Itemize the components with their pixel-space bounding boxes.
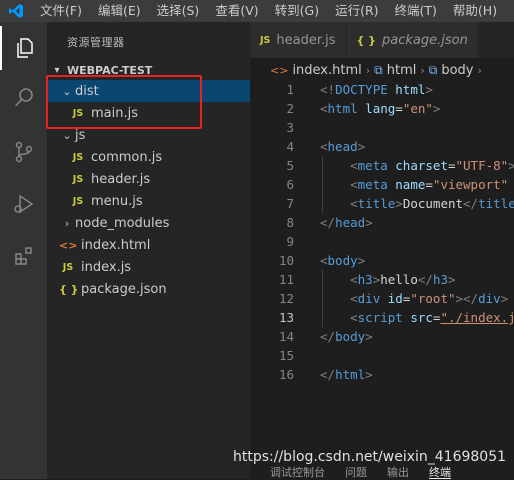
activity-bar	[0, 22, 47, 479]
code-line: 12 <div id="root"></div>	[278, 291, 509, 306]
html-file-icon: <>	[59, 238, 78, 252]
menu-terminal[interactable]: 终端(T)	[387, 0, 445, 22]
code-line: 10 <body>	[278, 253, 366, 268]
code-line: 8 </head>	[286, 215, 373, 230]
source-control-icon[interactable]	[0, 130, 47, 174]
element-icon: ⧉	[374, 62, 383, 77]
menu-view[interactable]: 查看(V)	[207, 0, 266, 22]
search-icon[interactable]	[0, 76, 47, 120]
breadcrumb: <> index.html › ⧉ html › ⧉ body ›	[250, 58, 514, 82]
menu-bar: 文件(F) 编辑(E) 选择(S) 查看(V) 转到(G) 运行(R) 终端(T…	[0, 0, 514, 22]
tree-file-common-js[interactable]: JS common.js	[47, 146, 250, 168]
code-line: 4 <head>	[286, 139, 366, 154]
code-line: 6 <meta name="viewport" content	[286, 177, 509, 192]
panel-tabs: 调试控制台 问题 输出 终端	[270, 464, 471, 479]
chevron-down-icon: ▾	[54, 64, 60, 76]
menu-edit[interactable]: 编辑(E)	[90, 0, 149, 22]
code-line: 14 </body>	[278, 329, 373, 344]
code-line: 5 <meta charset="UTF-8">	[286, 158, 514, 173]
tree-item-label: index.js	[81, 259, 132, 275]
html-file-icon: <>	[270, 63, 289, 77]
breadcrumb-file[interactable]: index.html	[292, 63, 361, 78]
js-file-icon: JS	[72, 195, 84, 207]
run-debug-icon[interactable]	[0, 182, 47, 226]
tree-folder-node-modules[interactable]: › node_modules	[47, 212, 250, 234]
red-highlight-box	[46, 75, 202, 129]
code-line: 7 <title>Document</title>	[286, 196, 514, 211]
element-icon: ⧉	[428, 62, 438, 77]
menu-go[interactable]: 转到(G)	[267, 0, 327, 22]
tree-item-label: header.js	[91, 171, 151, 187]
code-line: 16 </html>	[278, 367, 373, 382]
breadcrumb-html[interactable]: html	[387, 63, 417, 78]
tree-item-label: index.html	[81, 237, 151, 253]
chevron-down-icon: ⌄	[62, 128, 72, 142]
panel-tab-output[interactable]: 输出	[387, 464, 409, 479]
code-line: 3	[286, 120, 294, 135]
code-line: 9	[286, 234, 294, 249]
code-line-current: 13 <script src="./index.js"	[278, 310, 514, 325]
js-file-icon: JS	[260, 34, 271, 46]
json-file-icon: { }	[356, 33, 377, 47]
extensions-icon[interactable]	[0, 234, 47, 278]
menu-help[interactable]: 帮助(H)	[445, 0, 505, 22]
code-line: 11 <h3>hello</h3>	[278, 272, 456, 287]
watermark: https://blog.csdn.net/weixin_41698051	[233, 449, 507, 465]
tree-item-label: package.json	[81, 281, 167, 297]
code-line: 2 <html lang="en">	[286, 101, 441, 116]
chevron-right-icon: ›	[420, 63, 425, 77]
json-file-icon: { }	[59, 282, 79, 296]
menu-run[interactable]: 运行(R)	[327, 0, 386, 22]
panel-tab-terminal[interactable]: 终端	[429, 464, 451, 479]
chevron-right-icon: ›	[365, 63, 371, 77]
panel-tab-debug-console[interactable]: 调试控制台	[270, 464, 325, 479]
menu-file[interactable]: 文件(F)	[32, 0, 90, 22]
chevron-right-icon: ›	[64, 216, 70, 230]
vscode-logo-icon	[0, 0, 32, 22]
tree-file-index-html[interactable]: <> index.html	[47, 234, 250, 256]
tree-item-label: common.js	[91, 149, 163, 165]
chevron-right-icon: ›	[477, 63, 482, 77]
tree-item-label: node_modules	[75, 215, 170, 231]
tree-file-index-js[interactable]: JS index.js	[47, 256, 250, 278]
code-line: 15	[278, 348, 294, 363]
tab-header-js[interactable]: JS header.js	[250, 22, 347, 58]
breadcrumb-body[interactable]: body	[441, 63, 473, 78]
panel-tab-problems[interactable]: 问题	[345, 464, 367, 479]
explorer-title: 资源管理器	[67, 36, 125, 49]
js-file-icon: JS	[72, 173, 84, 185]
explorer-icon[interactable]	[0, 26, 47, 70]
menu-selection[interactable]: 选择(S)	[149, 0, 208, 22]
code-editor[interactable]: 1 <!DOCTYPE html> 2 <html lang="en"> 3 4…	[250, 80, 514, 400]
tree-item-label: menu.js	[91, 193, 143, 209]
js-file-icon: JS	[72, 151, 84, 163]
tree-file-header-js[interactable]: JS header.js	[47, 168, 250, 190]
tree-item-label: js	[75, 127, 86, 143]
tree-file-menu-js[interactable]: JS menu.js	[47, 190, 250, 212]
tab-package-json[interactable]: { } package.json	[346, 22, 479, 58]
code-line: 1 <!DOCTYPE html>	[286, 82, 433, 97]
editor-tabs: JS header.js { } package.json	[250, 22, 514, 58]
js-file-icon: JS	[62, 261, 74, 273]
tree-file-package-json[interactable]: { } package.json	[47, 278, 250, 300]
